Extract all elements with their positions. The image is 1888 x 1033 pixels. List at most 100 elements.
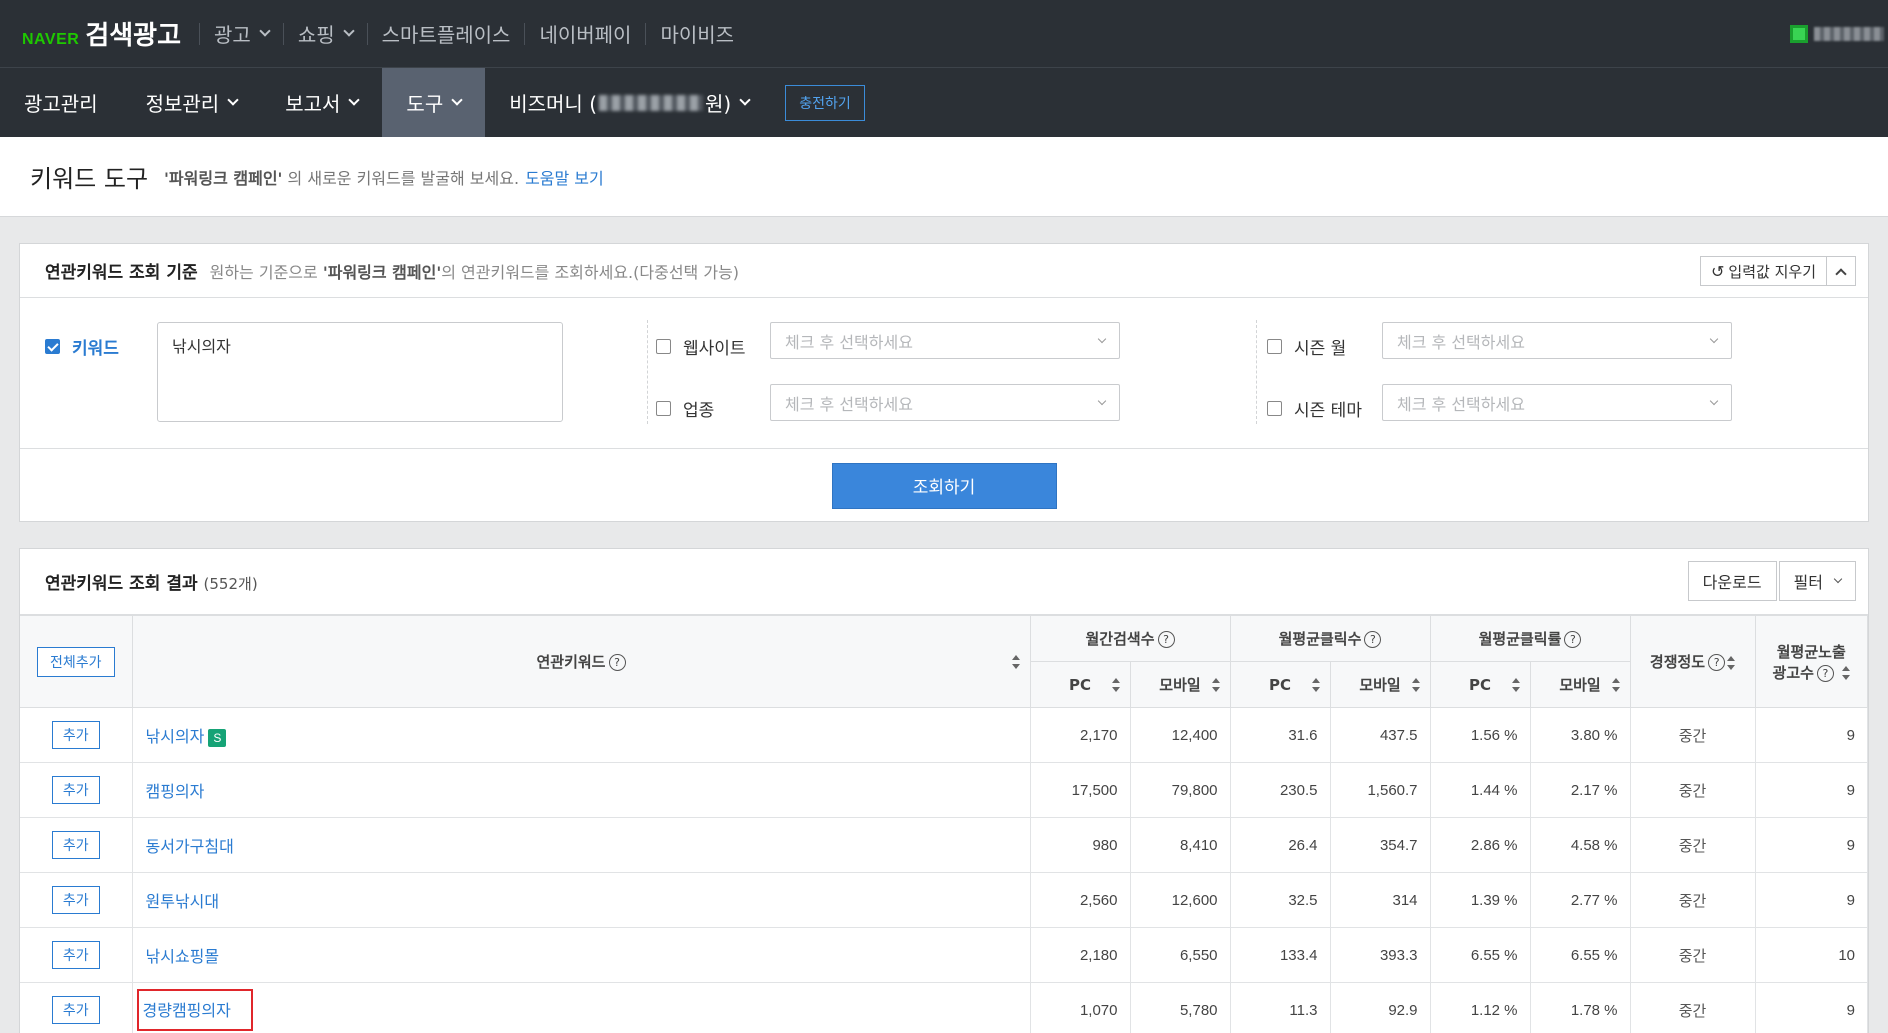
add-keyword-button[interactable]: 추가	[51, 721, 100, 749]
pc-clicks-cell: 133.4	[1229, 927, 1331, 983]
topnav-ads[interactable]: 광고	[199, 22, 283, 47]
collapse-button[interactable]	[1827, 256, 1856, 286]
header-avg-ctr: 월평균클릭률?	[1429, 615, 1631, 662]
add-keyword-button[interactable]: 추가	[51, 941, 100, 969]
naver-searchad-logo[interactable]: NAVER 검색광고	[22, 15, 181, 52]
keyword-link[interactable]: 경량캠핑의자	[136, 989, 253, 1031]
competition-cell: 중간	[1629, 982, 1756, 1033]
header-mobile-search[interactable]: 모바일	[1129, 661, 1231, 708]
chevron-down-icon	[1709, 396, 1719, 406]
header-keyword[interactable]: 연관키워드?	[131, 615, 1031, 708]
sort-icon[interactable]	[1511, 677, 1520, 692]
season-month-select[interactable]: 체크 후 선택하세요	[1382, 322, 1732, 359]
website-label: 웹사이트	[683, 339, 746, 359]
season-theme-select[interactable]: 체크 후 선택하세요	[1382, 384, 1732, 421]
add-keyword-button[interactable]: 추가	[51, 886, 100, 914]
chevron-down-icon	[1709, 334, 1719, 344]
top-bar: NAVER 검색광고 광고 쇼핑 스마트플레이스 네이버페이 마이비즈	[0, 0, 1888, 68]
help-icon[interactable]: ?	[608, 654, 626, 671]
nav-bizmoney[interactable]: 비즈머니 (원)	[485, 68, 773, 137]
industry-label: 업종	[683, 401, 715, 421]
user-account[interactable]	[1790, 24, 1888, 43]
help-icon[interactable]: ?	[1816, 664, 1834, 682]
keyword-checkbox[interactable]	[45, 339, 60, 354]
charge-button[interactable]: 충전하기	[785, 84, 865, 121]
help-icon[interactable]: ?	[1564, 631, 1582, 648]
criteria-header: 연관키워드 조회 기준 원하는 기준으로 '파워링크 캠페인'의 연관키워드를 …	[20, 244, 1868, 298]
add-keyword-button[interactable]: 추가	[51, 831, 100, 859]
keyword-link[interactable]: 낚시쇼핑몰	[146, 947, 220, 966]
nav-tools[interactable]: 도구	[382, 68, 486, 137]
criteria-panel: 연관키워드 조회 기준 원하는 기준으로 '파워링크 캠페인'의 연관키워드를 …	[19, 243, 1869, 522]
criteria-body: 키워드 낚시의자 웹사이트 체크 후 선택하세요 업종 체크 후 선택하세요 시…	[20, 298, 1868, 449]
pc-clicks-cell: 26.4	[1229, 817, 1331, 873]
sort-icon[interactable]	[1411, 677, 1420, 692]
chevron-down-icon	[739, 94, 751, 106]
help-icon[interactable]: ?	[1708, 654, 1726, 671]
industry-checkbox[interactable]	[656, 401, 671, 416]
header-monthly-search: 월간검색수?	[1029, 615, 1231, 662]
help-link[interactable]: 도움말 보기	[525, 169, 604, 188]
add-keyword-button[interactable]: 추가	[51, 996, 100, 1024]
keyword-link[interactable]: 원투낚시대	[146, 892, 220, 911]
topnav-naverpay[interactable]: 네이버페이	[524, 22, 645, 47]
avg-ads-cell: 9	[1754, 762, 1869, 818]
results-title: 연관키워드 조회 결과 (552개)	[45, 574, 258, 594]
pc-ctr-cell: 1.56 %	[1429, 707, 1531, 763]
reset-icon: ↺	[1711, 261, 1725, 281]
download-button[interactable]: 다운로드	[1687, 561, 1777, 601]
sort-icon[interactable]	[1211, 677, 1220, 692]
add-keyword-button[interactable]: 추가	[51, 776, 100, 804]
sort-icon[interactable]	[1611, 677, 1620, 692]
pc-ctr-cell: 2.86 %	[1429, 817, 1531, 873]
header-mobile-ctr[interactable]: 모바일	[1529, 661, 1631, 708]
industry-select[interactable]: 체크 후 선택하세요	[770, 384, 1120, 421]
website-checkbox[interactable]	[656, 339, 671, 354]
topnav-shopping[interactable]: 쇼핑	[282, 22, 367, 47]
page-description: '파워링크 캠페인' 의 새로운 키워드를 발굴해 보세요. 도움말 보기	[164, 168, 604, 188]
table-row: 추가 경량캠핑의자 1,070 5,780 11.3 92.9 1.12 % 1…	[20, 982, 1869, 1033]
season-month-label: 시즌 월	[1294, 339, 1347, 359]
season-theme-checkbox[interactable]	[1267, 401, 1282, 416]
divider	[1256, 320, 1257, 424]
sort-icon[interactable]	[1311, 677, 1320, 692]
add-all-button[interactable]: 전체추가	[36, 646, 115, 677]
avg-ads-cell: 9	[1754, 817, 1869, 873]
help-icon[interactable]: ?	[1364, 631, 1382, 648]
pc-clicks-cell: 31.6	[1229, 707, 1331, 763]
sort-icon[interactable]	[1111, 677, 1120, 692]
sort-icon[interactable]	[1011, 654, 1020, 669]
header-competition[interactable]: 경쟁정도?	[1629, 615, 1756, 708]
season-month-checkbox[interactable]	[1267, 339, 1282, 354]
keyword-link[interactable]: 동서가구침대	[146, 837, 234, 856]
sort-icon[interactable]	[1841, 666, 1850, 680]
pc-clicks-cell: 32.5	[1229, 872, 1331, 928]
competition-cell: 중간	[1629, 927, 1756, 983]
search-button[interactable]: 조회하기	[831, 462, 1057, 509]
keyword-textarea[interactable]: 낚시의자	[157, 322, 563, 422]
pc-ctr-cell: 1.44 %	[1429, 762, 1531, 818]
mobile-clicks-cell: 437.5	[1329, 707, 1431, 763]
nav-ad-management[interactable]: 광고관리	[0, 68, 122, 137]
nav-info-management[interactable]: 정보관리	[122, 68, 262, 137]
chevron-down-icon	[342, 25, 355, 37]
header-pc-clicks[interactable]: PC	[1229, 661, 1331, 708]
competition-cell: 중간	[1629, 707, 1756, 763]
pc-search-cell: 17,500	[1029, 762, 1131, 818]
keyword-link[interactable]: 캠핑의자	[146, 782, 205, 801]
header-avg-ads[interactable]: 월평균노출 광고수?	[1754, 615, 1869, 708]
help-icon[interactable]: ?	[1157, 631, 1175, 648]
reset-input-button[interactable]: ↺ 입력값 지우기	[1700, 256, 1827, 286]
keyword-link[interactable]: 낚시의자	[146, 727, 205, 746]
header-mobile-clicks[interactable]: 모바일	[1329, 661, 1431, 708]
nav-reports[interactable]: 보고서	[261, 68, 382, 137]
header-pc-search[interactable]: PC	[1029, 661, 1131, 708]
sort-icon[interactable]	[1727, 655, 1736, 670]
header-pc-ctr[interactable]: PC	[1429, 661, 1531, 708]
website-select[interactable]: 체크 후 선택하세요	[770, 322, 1120, 359]
filter-button[interactable]: 필터	[1778, 561, 1856, 601]
page-header: 키워드 도구 '파워링크 캠페인' 의 새로운 키워드를 발굴해 보세요. 도움말…	[0, 137, 1888, 217]
topnav-mybiz[interactable]: 마이비즈	[645, 22, 748, 47]
topnav-smartplace[interactable]: 스마트플레이스	[366, 22, 525, 47]
results-header: 연관키워드 조회 결과 (552개) 다운로드 필터	[20, 549, 1868, 615]
